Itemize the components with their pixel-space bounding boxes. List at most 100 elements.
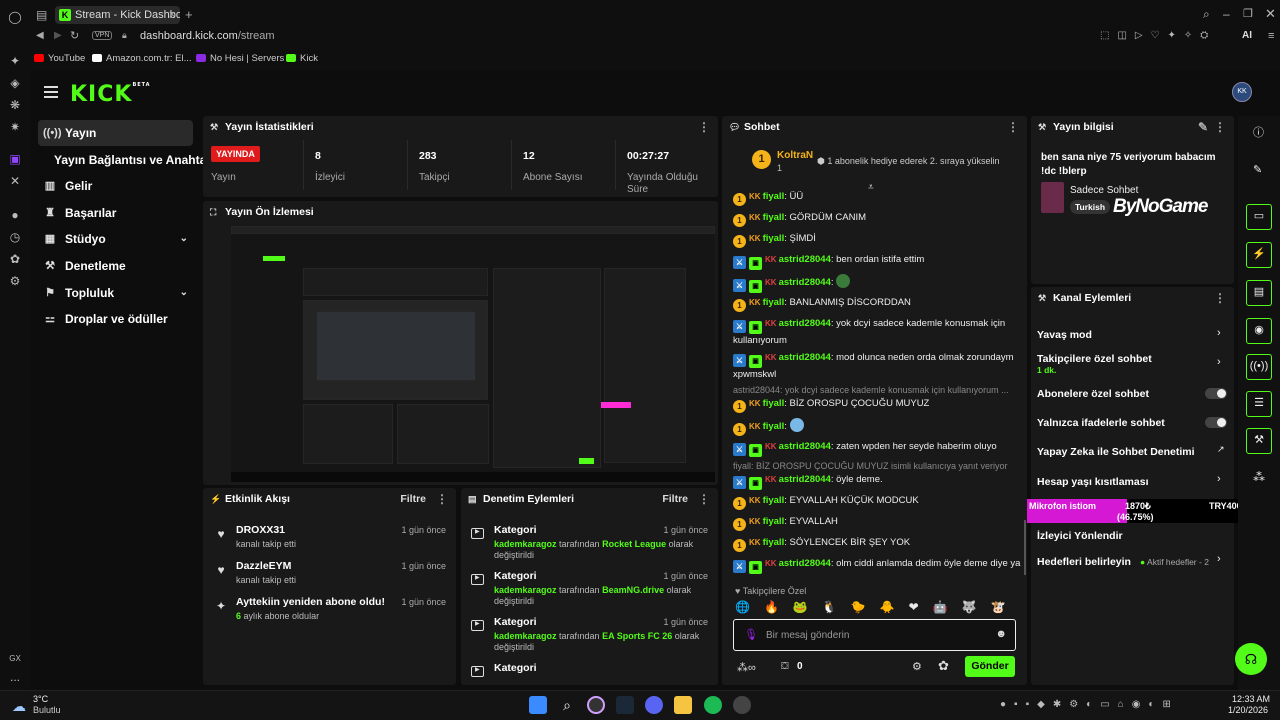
tag-chip[interactable]: Turkish	[1070, 200, 1111, 214]
pencil-icon[interactable]: ✎	[1253, 163, 1262, 176]
rail-wrench-button[interactable]: ⚒	[1246, 428, 1272, 454]
chat-username[interactable]: fiyall	[763, 537, 785, 548]
back-icon[interactable]: ◀	[36, 30, 44, 41]
chat-username[interactable]: astrid28044	[779, 441, 831, 452]
chest-icon[interactable]: ⛋	[781, 661, 789, 672]
sidebar-item-revenue[interactable]: ▥ Gelir	[38, 173, 193, 199]
bookmark-amazon[interactable]: Amazon.com.tr: El...	[92, 53, 192, 64]
chevron-right-icon[interactable]: ›	[1217, 473, 1221, 485]
sidebar-item-stream-key[interactable]: Yayın Bağlantısı ve Anahtarı	[38, 147, 214, 173]
chat-username[interactable]: astrid28044	[779, 352, 831, 363]
close-window-icon[interactable]: ✕	[1265, 6, 1276, 22]
x-icon[interactable]: ✕	[6, 172, 24, 190]
rail-camera-button[interactable]: ▭	[1246, 204, 1272, 230]
chat-message[interactable]: ⚔ ▣ KK astrid28044: yok dcyi sadece kademle…	[733, 317, 1023, 347]
chat-username[interactable]: fiyall	[763, 297, 785, 308]
emote-bar[interactable]: 🌐🔥🐸🐧🐤🐥❤🤖🐺🐮	[735, 600, 1018, 616]
spotify-taskbar-icon[interactable]	[704, 696, 722, 714]
obs-icon[interactable]	[733, 696, 751, 714]
chat-username[interactable]: fiyall	[763, 516, 785, 527]
ext-icon-1[interactable]: ◈	[6, 74, 24, 92]
avatar[interactable]: KK	[1232, 82, 1252, 102]
minimize-icon[interactable]: –	[1223, 7, 1230, 21]
steam-icon[interactable]	[616, 696, 634, 714]
sidebar-item-community[interactable]: ⚑ Topluluk ⌄	[38, 280, 193, 306]
chat-username[interactable]: fiyall	[763, 233, 785, 244]
pinned-user[interactable]: KoltraN	[777, 150, 813, 161]
explorer-icon[interactable]	[674, 696, 692, 714]
hamburger-menu-icon[interactable]	[44, 86, 58, 98]
chat-message[interactable]: 1 KK fiyall: ÜÜ	[733, 190, 1023, 206]
mic-icon[interactable]: 🎙︎	[744, 628, 758, 641]
chat-message[interactable]: ⚔ ▣ KK astrid28044: olm ciddi anlamda dedim…	[733, 557, 1023, 574]
chat-message[interactable]: 1 KK fiyall: ŞİMDİ	[733, 232, 1023, 248]
url-field[interactable]: dashboard.kick.com/stream	[140, 30, 275, 42]
chat-scrollbar[interactable]	[1024, 520, 1026, 575]
discord-icon[interactable]	[645, 696, 663, 714]
more-icon[interactable]: ⋮	[698, 488, 710, 510]
chat-message[interactable]: 1 KK fiyall: BİZ OROSPU ÇOCUĞU MUYUZ	[733, 397, 1023, 413]
settings-icon[interactable]: ⚙	[6, 272, 24, 290]
close-tab-icon[interactable]: ×	[169, 6, 175, 24]
search-icon[interactable]: ⌕	[558, 696, 576, 714]
tab-menu-icon[interactable]: ▤	[36, 8, 47, 22]
chat-username[interactable]: astrid28044	[779, 277, 831, 288]
gx-label[interactable]: GX	[6, 650, 24, 668]
chat-message[interactable]: 1 KK fiyall: BANLANMIŞ DİSCORDDAN	[733, 296, 1023, 312]
clock-time[interactable]: 12:33 AM	[1232, 694, 1270, 704]
raid-row[interactable]: İzleyici Yönlendir	[1037, 530, 1227, 542]
ext-icon-3[interactable]: ✷	[6, 118, 24, 136]
tray-icons[interactable]: ●▪▪◆✱⚙◐▭⌂◉◐⊞	[1000, 699, 1179, 710]
filter-button[interactable]: Filtre	[400, 488, 426, 510]
chat-message[interactable]: 1 KK fiyall: EYVALLAH KÜÇÜK MODCUK	[733, 494, 1023, 510]
edit-icon[interactable]: ✎	[1198, 116, 1208, 138]
chat-input[interactable]: 🎙︎ Bir mesaj gönderin ☻	[733, 619, 1016, 651]
chat-message[interactable]: ⚔ ▣ KK astrid28044: zaten wpden her seyde h…	[733, 440, 1023, 457]
windows-start-icon[interactable]	[529, 696, 547, 714]
chat-username[interactable]: fiyall	[763, 421, 785, 432]
more-icon[interactable]: ...	[6, 668, 24, 686]
weather-icon[interactable]: ☁	[12, 698, 26, 715]
sidebar-item-drops[interactable]: ⚍ Droplar ve ödüller	[38, 306, 193, 332]
rail-broadcast-button[interactable]: ((•))	[1246, 354, 1272, 380]
account-age-row[interactable]: Hesap yaşı kısıtlaması	[1037, 476, 1227, 488]
rail-list-button[interactable]: ☰	[1246, 391, 1272, 417]
more-icon[interactable]: ⋮	[698, 116, 710, 138]
chat-username[interactable]: astrid28044	[779, 254, 831, 265]
maximize-icon[interactable]: ❐	[1243, 7, 1253, 20]
ai-moderation-row[interactable]: Yapay Zeka ile Sohbet Denetimi	[1037, 446, 1227, 458]
clock-date[interactable]: 1/20/2026	[1228, 705, 1268, 715]
chat-settings-icon[interactable]: ⚙	[912, 660, 922, 673]
sidebar-item-stream[interactable]: ((•)) Yayın	[38, 120, 193, 146]
sidebar-item-moderation[interactable]: ⚒ Denetleme	[38, 253, 193, 279]
rail-lightning-button[interactable]: ⚡	[1246, 242, 1272, 268]
chat-username[interactable]: fiyall	[763, 495, 785, 506]
chat-message[interactable]: ⚔ ▣ KK astrid28044:	[733, 274, 1023, 293]
chat-message[interactable]: 1 KK fiyall:	[733, 418, 1023, 436]
reload-icon[interactable]: ↻	[70, 29, 79, 42]
chat-message[interactable]: ⚔ ▣ KK astrid28044: ben ordan istifa ettim	[733, 253, 1023, 270]
filter-button[interactable]: Filtre	[662, 488, 688, 510]
ext-icon-2[interactable]: ❋	[6, 96, 24, 114]
more-icon[interactable]: ⋮	[1214, 116, 1226, 138]
forward-icon[interactable]: ▶	[54, 30, 62, 41]
opera-gx-icon[interactable]	[587, 696, 605, 714]
rail-points-icon[interactable]: ⁂	[1253, 470, 1265, 484]
chat-message[interactable]: ⚔ ▣ KK astrid28044: mod olunca neden orda o…	[733, 351, 1023, 381]
chat-message[interactable]: ⚔ ▣ KK astrid28044: öyle deme.	[733, 473, 1023, 490]
send-button[interactable]: Gönder	[965, 656, 1015, 677]
chevron-right-icon[interactable]: ›	[1217, 553, 1221, 565]
opera-menu-icon[interactable]: ◯	[6, 8, 24, 26]
slow-mode-row[interactable]: Yavaş mod	[1037, 329, 1227, 341]
info-icon[interactable]: ⓘ	[1253, 124, 1264, 140]
emote-picker-icon[interactable]: ✿	[938, 658, 949, 674]
stream-preview-video[interactable]	[231, 226, 715, 482]
bookmark-nohesi[interactable]: No Hesi | Servers	[196, 53, 284, 64]
spotify-icon[interactable]: ●	[6, 206, 24, 224]
twitch-icon[interactable]: ▣	[6, 150, 24, 168]
sidebar-item-achievements[interactable]: ♜ Başarılar	[38, 200, 193, 226]
ai-button[interactable]: AI	[1242, 30, 1252, 41]
chat-username[interactable]: astrid28044	[779, 558, 831, 569]
points-icon[interactable]: ⁂∞	[737, 661, 756, 674]
search-tabs-icon[interactable]: ⌕	[1203, 7, 1210, 22]
